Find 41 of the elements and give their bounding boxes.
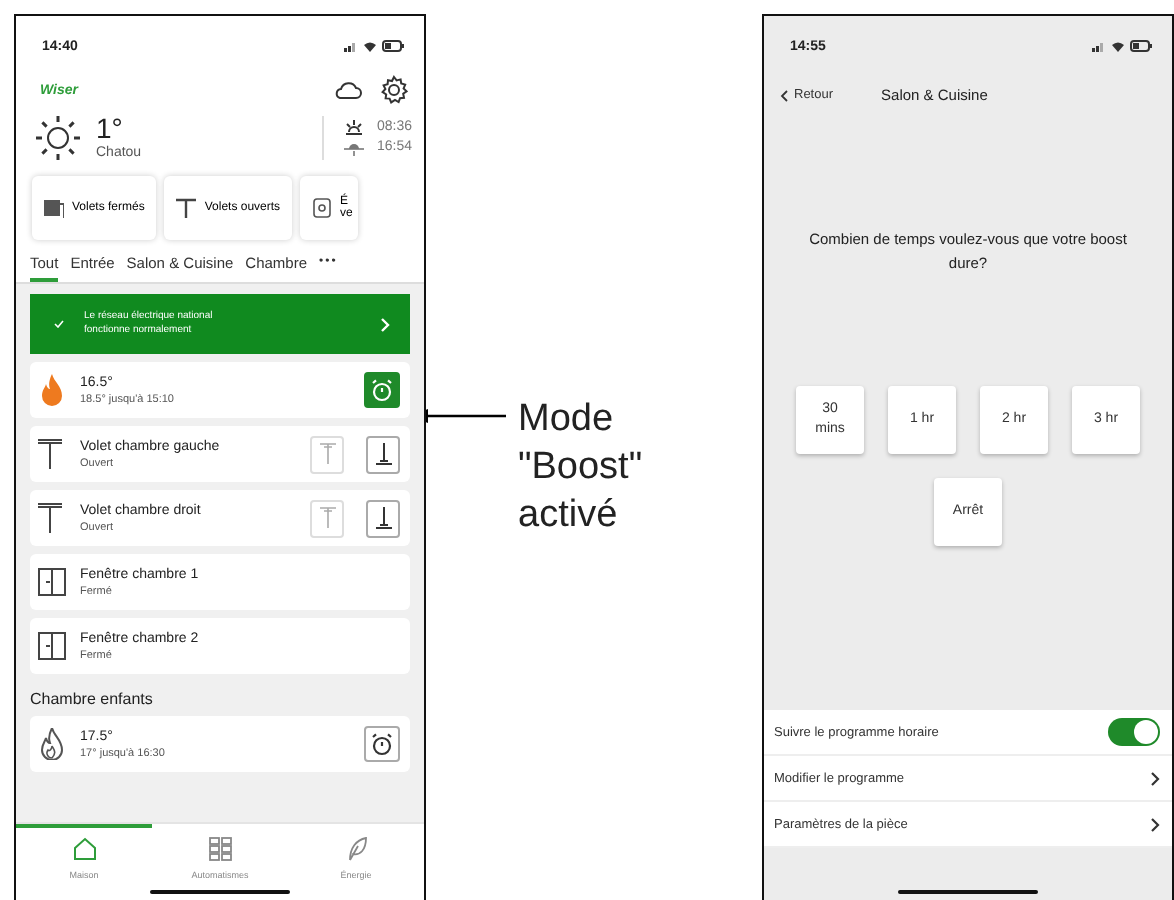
close-shutter-button[interactable] <box>366 435 400 473</box>
shutter-closed-icon <box>44 198 64 218</box>
scene-icon <box>312 198 333 218</box>
window-icon <box>38 568 66 596</box>
shutter-open-icon <box>317 442 337 466</box>
house-icon <box>71 836 97 862</box>
home-indicator <box>898 890 1038 894</box>
boost-button[interactable] <box>364 726 400 762</box>
section-heading: Chambre enfants <box>30 690 155 708</box>
timer-icon <box>370 378 394 402</box>
check-icon <box>54 320 64 328</box>
shutter-down-icon <box>373 442 393 466</box>
chevron-right-icon <box>1150 817 1160 831</box>
schedule-toggle[interactable] <box>1108 718 1160 746</box>
wifi-icon <box>1110 40 1126 52</box>
leaf-icon <box>343 836 369 862</box>
wifi-icon <box>362 40 378 52</box>
home-indicator <box>150 890 290 894</box>
sun-icon <box>36 115 80 159</box>
shutter-open-icon <box>176 198 197 218</box>
shutter-down-icon <box>373 506 393 530</box>
chevron-right-icon <box>1150 771 1160 785</box>
battery-icon <box>382 40 404 52</box>
shutter-icon <box>38 438 66 470</box>
annotation-text: Mode "Boost" activé <box>518 396 645 540</box>
close-shutter-button[interactable] <box>366 499 400 537</box>
shutter-icon <box>38 502 66 534</box>
shutter-open-icon <box>317 506 337 530</box>
chevron-right-icon <box>380 317 390 331</box>
cloud-icon <box>334 80 362 100</box>
timer-icon <box>370 732 394 756</box>
sunset-icon <box>344 139 365 155</box>
chevron-left-icon <box>780 89 788 101</box>
sunrise-icon <box>344 119 365 135</box>
grid-icon <box>207 836 233 862</box>
signal-icon <box>344 40 358 52</box>
window-icon <box>38 632 66 660</box>
battery-icon <box>1130 40 1152 52</box>
signal-icon <box>1092 40 1106 52</box>
temperature: 1° <box>96 114 125 142</box>
settings-icon[interactable] <box>378 74 410 106</box>
